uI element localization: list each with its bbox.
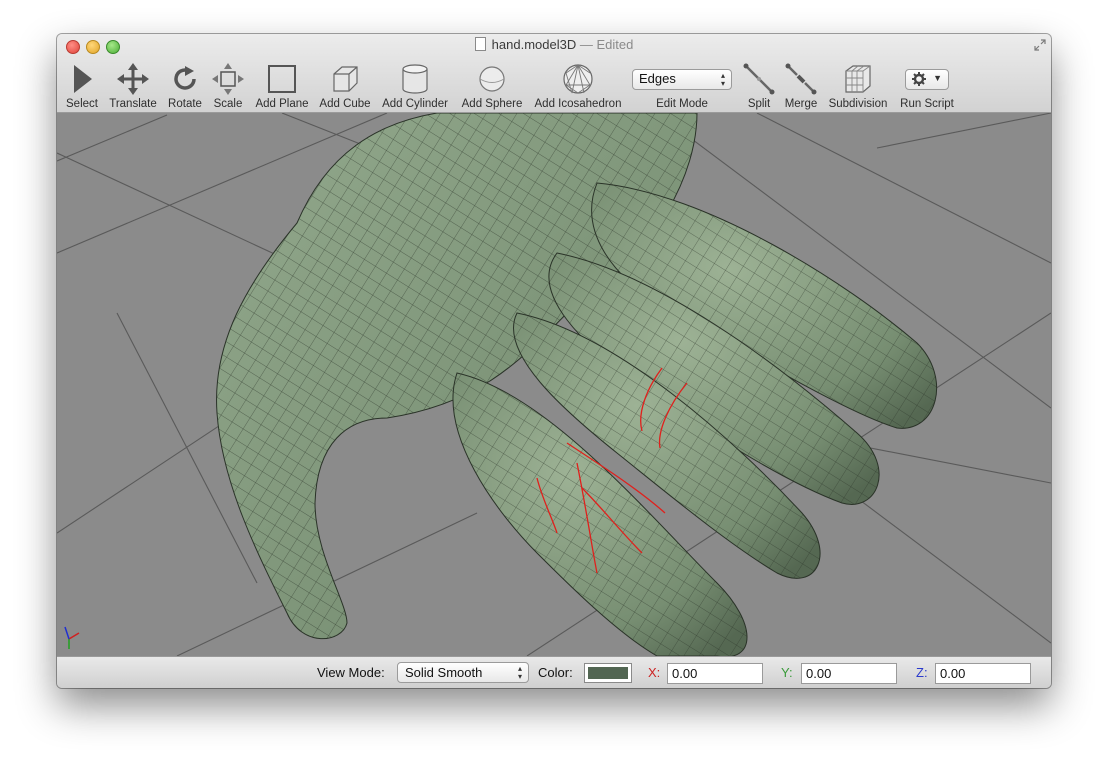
select-tool-label: Select — [66, 98, 98, 110]
cube-icon — [333, 66, 358, 92]
scale-tool-button[interactable]: Scale — [209, 62, 247, 110]
dropdown-arrow-icon: ▼ — [933, 72, 942, 83]
color-label: Color: — [538, 665, 573, 680]
toolbar: Select Translate Rotate Scale Add Plane … — [57, 62, 1051, 112]
edited-status: Edited — [596, 37, 634, 52]
z-label: Z: — [916, 665, 928, 680]
merge-icon — [785, 63, 817, 95]
y-coordinate-field[interactable]: 0.00 — [801, 663, 897, 684]
x-coordinate-field[interactable]: 0.00 — [667, 663, 763, 684]
status-bar: View Mode: Solid Smooth ▴ ▾ Color: X: 0.0… — [57, 656, 1051, 688]
add-icosahedron-button[interactable]: Add Icosahedron — [531, 62, 625, 110]
view-mode-select[interactable]: Solid Smooth ▴ ▾ — [397, 662, 529, 683]
split-label: Split — [747, 98, 771, 110]
stepper-arrows-icon: ▴ ▾ — [517, 664, 522, 681]
move-arrows-icon — [117, 63, 149, 95]
split-button[interactable]: Split — [741, 62, 777, 110]
scene-canvas[interactable] — [57, 113, 1051, 656]
split-icon — [743, 63, 775, 95]
app-window: hand.model3D — Edited Select Translate R… — [57, 34, 1051, 688]
merge-label: Merge — [784, 98, 818, 110]
add-cube-button[interactable]: Add Cube — [315, 62, 375, 110]
select-tool-button[interactable]: Select — [63, 62, 101, 110]
add-sphere-button[interactable]: Add Sphere — [457, 62, 527, 110]
scale-icon — [212, 63, 244, 95]
stepper-arrows-icon: ▴ ▾ — [720, 70, 725, 88]
merge-button[interactable]: Merge — [781, 62, 821, 110]
y-label: Y: — [781, 665, 793, 680]
window-title: hand.model3D — Edited — [57, 37, 1051, 52]
add-cylinder-button[interactable]: Add Cylinder — [379, 62, 451, 110]
document-name: hand.model3D — [491, 37, 577, 52]
edit-mode-label: Edit Mode — [656, 98, 708, 110]
rotate-tool-label: Rotate — [168, 98, 202, 110]
view-mode-label: View Mode: — [317, 665, 385, 680]
document-icon — [474, 37, 486, 51]
translate-tool-label: Translate — [109, 98, 157, 110]
title-separator: — — [579, 37, 593, 52]
z-coordinate-field[interactable]: 0.00 — [935, 663, 1031, 684]
icosahedron-icon — [563, 64, 593, 94]
add-icosahedron-label: Add Icosahedron — [534, 98, 622, 110]
cylinder-icon — [402, 64, 428, 94]
arrow-cursor-icon — [74, 65, 92, 93]
run-script-group: ▼ Run Script — [895, 62, 959, 110]
subdivision-button[interactable]: Subdivision — [825, 62, 891, 110]
subdivision-label: Subdivision — [828, 98, 888, 110]
fullscreen-icon[interactable] — [1034, 39, 1046, 51]
translate-tool-button[interactable]: Translate — [107, 62, 159, 110]
gear-icon — [912, 71, 926, 86]
edit-mode-select[interactable]: Edges ▴ ▾ — [632, 68, 732, 90]
rotate-icon — [174, 66, 196, 90]
add-plane-label: Add Plane — [255, 98, 309, 110]
add-plane-button[interactable]: Add Plane — [253, 62, 311, 110]
color-well[interactable] — [584, 663, 632, 683]
hand-mesh[interactable] — [216, 113, 938, 656]
subdivision-icon — [845, 65, 871, 93]
run-script-button[interactable]: ▼ — [905, 68, 949, 90]
scale-tool-label: Scale — [213, 98, 243, 110]
add-sphere-label: Add Sphere — [461, 98, 523, 110]
add-cylinder-label: Add Cylinder — [382, 98, 448, 110]
edit-mode-value: Edges — [639, 70, 676, 86]
sphere-icon — [479, 66, 505, 92]
axis-gizmo-icon — [64, 626, 80, 649]
rotate-tool-button[interactable]: Rotate — [165, 62, 205, 110]
view-mode-value: Solid Smooth — [405, 665, 483, 680]
title-bar: hand.model3D — Edited Select Translate R… — [57, 34, 1051, 113]
add-cube-label: Add Cube — [319, 98, 371, 110]
color-swatch — [588, 667, 628, 679]
x-label: X: — [648, 665, 661, 680]
run-script-label: Run Script — [900, 98, 954, 110]
3d-viewport[interactable] — [57, 113, 1051, 656]
plane-icon — [268, 65, 296, 93]
edit-mode-group: Edges ▴ ▾ Edit Mode — [631, 62, 733, 110]
